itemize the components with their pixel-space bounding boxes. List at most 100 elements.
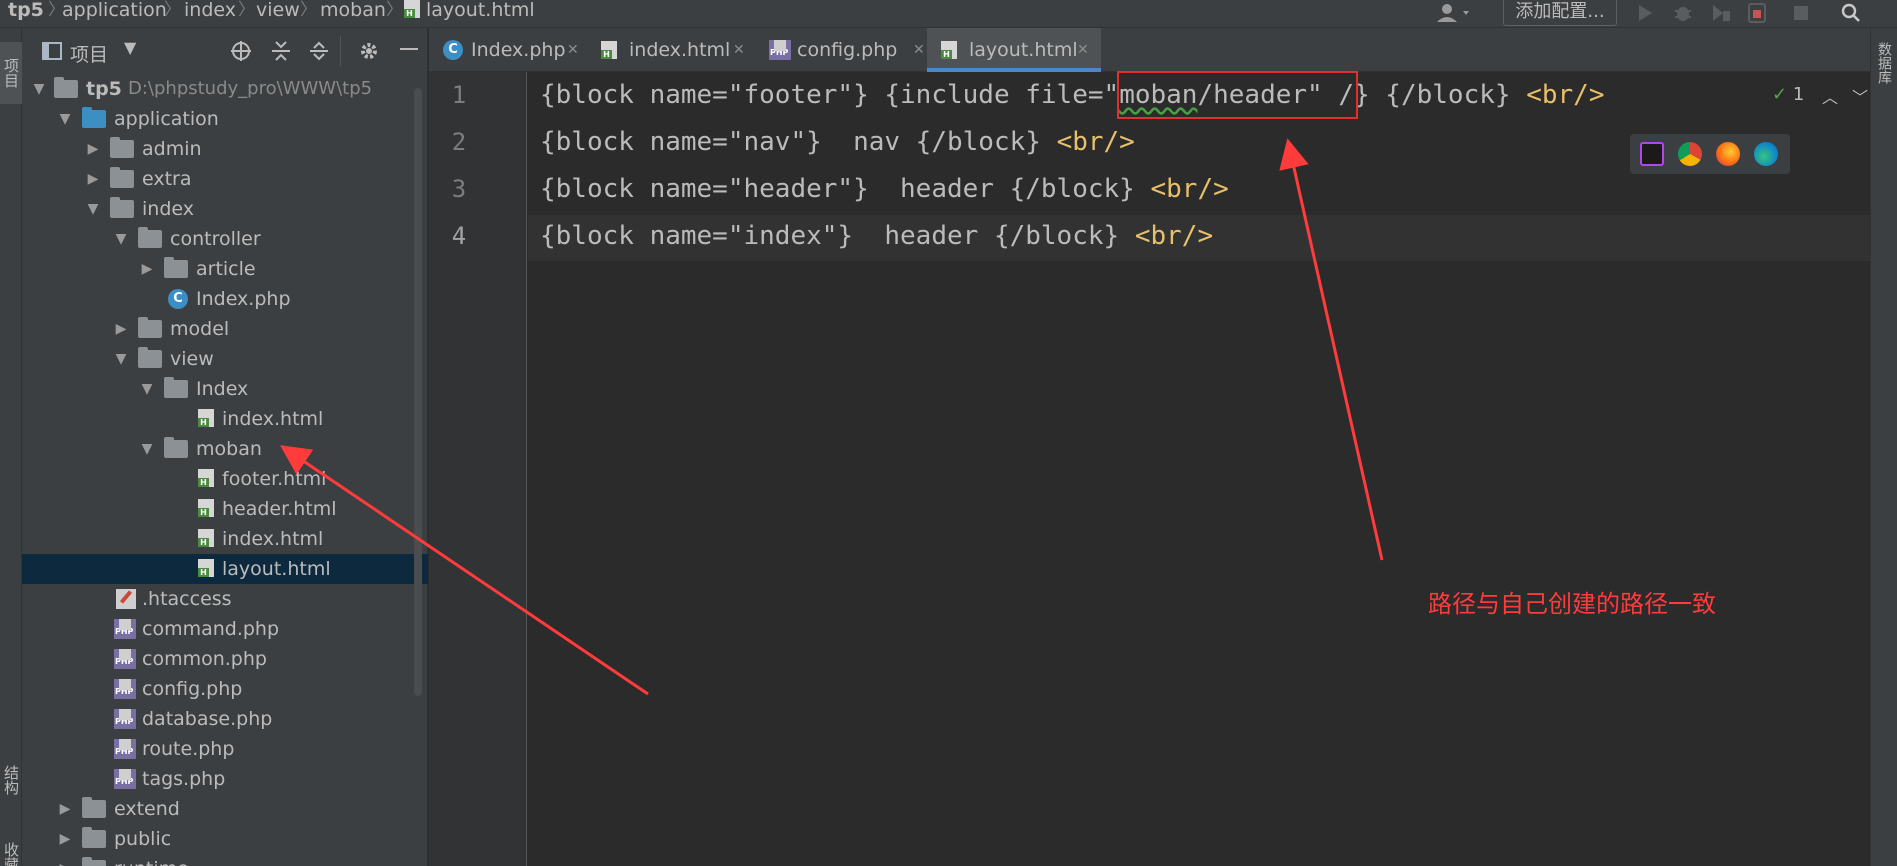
code-line-1[interactable]: {block name="footer"} {include file="mob… — [540, 72, 1604, 118]
tree-item-config-php[interactable]: PHP config.php — [22, 674, 428, 704]
chevron-down-icon[interactable]: ▼ — [140, 374, 154, 404]
tree-item-database-php[interactable]: PHP database.php — [22, 704, 428, 734]
close-icon[interactable]: ✕ — [913, 28, 925, 72]
tree-item-label: extra — [142, 168, 192, 190]
breadcrumb-separator: 〉 — [164, 0, 181, 20]
edge-icon[interactable] — [1754, 142, 1778, 166]
line-number: 3 — [451, 175, 467, 203]
code-editor[interactable]: {block name="footer"} {include file="mob… — [528, 72, 1870, 866]
tree-item-label: index.html — [222, 408, 324, 430]
hide-panel-icon[interactable] — [400, 48, 418, 50]
chrome-icon[interactable] — [1678, 142, 1702, 166]
breadcrumb-layout-html[interactable]: layout.html — [426, 0, 535, 22]
chevron-down-icon[interactable]: ▼ — [124, 38, 136, 57]
code-line-2[interactable]: {block name="nav"} nav {/block} <br/> — [540, 119, 1135, 165]
tree-item-tags-php[interactable]: PHP tags.php — [22, 764, 428, 794]
search-icon[interactable] — [1836, 0, 1866, 26]
add-configuration-button[interactable]: 添加配置... — [1503, 0, 1617, 26]
chevron-right-icon[interactable]: ▶ — [58, 794, 72, 824]
tree-item-label: index.html — [222, 528, 324, 550]
stop-icon[interactable] — [1788, 0, 1814, 26]
chevron-right-icon[interactable]: ▶ — [140, 254, 154, 284]
project-tree-scrollbar[interactable] — [414, 88, 422, 696]
user-icon[interactable] — [1432, 0, 1478, 26]
chevron-right-icon[interactable]: ▶ — [86, 134, 100, 164]
expand-all-icon[interactable] — [270, 40, 292, 67]
tree-item-index-php[interactable]: C Index.php — [22, 284, 428, 314]
tree-item-layout-html[interactable]: layout.html — [22, 554, 428, 584]
php-class-icon: C — [443, 40, 463, 60]
breadcrumb-separator: 〉 — [238, 0, 255, 20]
code-text: {block name="index"} header {/block} — [540, 221, 1135, 251]
structure-tool-tab[interactable]: 结构 — [0, 750, 22, 810]
tree-item-common-php[interactable]: PHP common.php — [22, 644, 428, 674]
firefox-icon[interactable] — [1716, 142, 1740, 166]
tree-item-controller[interactable]: ▼ controller — [22, 224, 428, 254]
tree-item-view[interactable]: ▼ view — [22, 344, 428, 374]
phpstorm-icon[interactable] — [1640, 142, 1664, 166]
inspection-widget[interactable]: ✓ 1 — [1772, 84, 1804, 105]
tree-item-route-php[interactable]: PHP route.php — [22, 734, 428, 764]
folder-icon — [82, 107, 106, 128]
locate-icon[interactable] — [230, 40, 252, 67]
chevron-right-icon[interactable]: ▶ — [58, 824, 72, 854]
collapse-all-icon[interactable] — [308, 40, 330, 67]
project-tool-tab[interactable]: 项目 — [0, 42, 22, 104]
tree-item-public[interactable]: ▶ public — [22, 824, 428, 854]
breadcrumb-moban[interactable]: moban — [320, 0, 386, 22]
tree-item-index[interactable]: ▼ index — [22, 194, 428, 224]
tree-item-index-folder[interactable]: ▼ Index — [22, 374, 428, 404]
tree-item-header-html[interactable]: header.html — [22, 494, 428, 524]
inspection-count: 1 — [1792, 84, 1805, 105]
chevron-up-icon[interactable]: ︿ — [1822, 84, 1838, 108]
tree-item-runtime[interactable]: ▶ runtime — [22, 854, 428, 866]
breadcrumb-application[interactable]: application — [62, 0, 167, 22]
tree-item-index-html[interactable]: index.html — [22, 404, 428, 434]
code-line-3[interactable]: {block name="header"} header {/block} <b… — [540, 166, 1229, 212]
close-icon[interactable]: ✕ — [1077, 28, 1089, 72]
tree-item-extend[interactable]: ▶ extend — [22, 794, 428, 824]
tree-item-tp5[interactable]: ▼ tp5 D:\phpstudy_pro\WWW\tp5 — [22, 74, 428, 104]
chevron-down-icon[interactable]: ▼ — [140, 434, 154, 464]
favorites-tool-tab[interactable]: 收藏夹 — [0, 834, 22, 866]
breadcrumb-tp5[interactable]: tp5 — [8, 0, 44, 22]
tree-item-command-php[interactable]: PHP command.php — [22, 614, 428, 644]
tab-index-html[interactable]: index.html ✕ — [587, 28, 751, 72]
tree-item-moban[interactable]: ▼ moban — [22, 434, 428, 464]
breadcrumb-view[interactable]: view — [256, 0, 300, 22]
tree-item-footer-html[interactable]: footer.html — [22, 464, 428, 494]
close-icon[interactable]: ✕ — [733, 28, 745, 72]
annotation-highlight-box — [1117, 71, 1358, 119]
close-icon[interactable]: ✕ — [567, 28, 579, 72]
chevron-down-icon[interactable]: ▼ — [58, 104, 72, 134]
chevron-right-icon[interactable]: ▶ — [114, 314, 128, 344]
breadcrumb-index[interactable]: index — [184, 0, 236, 22]
tree-item-admin[interactable]: ▶ admin — [22, 134, 428, 164]
tree-item-application[interactable]: ▼ application — [22, 104, 428, 134]
browser-preview-bar — [1630, 134, 1790, 174]
coverage-icon[interactable] — [1708, 0, 1734, 26]
tab-index-php[interactable]: C Index.php ✕ — [429, 28, 583, 72]
code-html-tag: <br/> — [1056, 127, 1135, 157]
chevron-down-icon[interactable]: ▼ — [86, 194, 100, 224]
tree-item-article[interactable]: ▶ article — [22, 254, 428, 284]
chevron-down-icon[interactable]: ﹀ — [1852, 84, 1868, 108]
chevron-down-icon[interactable]: ▼ — [114, 224, 128, 254]
tree-item-extra[interactable]: ▶ extra — [22, 164, 428, 194]
tree-item-htaccess[interactable]: .htaccess — [22, 584, 428, 614]
gear-icon[interactable] — [358, 40, 380, 67]
tab-layout-html[interactable]: layout.html ✕ — [927, 28, 1101, 72]
tree-item-moban-index-html[interactable]: index.html — [22, 524, 428, 554]
run-icon[interactable] — [1632, 0, 1658, 26]
chevron-right-icon[interactable]: ▶ — [86, 164, 100, 194]
profile-icon[interactable] — [1744, 0, 1770, 26]
tab-config-php[interactable]: PHP config.php ✕ — [755, 28, 931, 72]
database-tool-tab[interactable]: 数据库 — [1874, 42, 1894, 84]
chevron-down-icon[interactable]: ▼ — [32, 74, 46, 104]
debug-icon[interactable] — [1670, 0, 1696, 26]
chevron-right-icon[interactable]: ▶ — [58, 854, 72, 866]
tree-item-model[interactable]: ▶ model — [22, 314, 428, 344]
chevron-down-icon[interactable]: ▼ — [114, 344, 128, 374]
project-view-title[interactable]: 项目 — [70, 40, 108, 67]
code-line-4[interactable]: {block name="index"} header {/block} <br… — [540, 213, 1213, 259]
